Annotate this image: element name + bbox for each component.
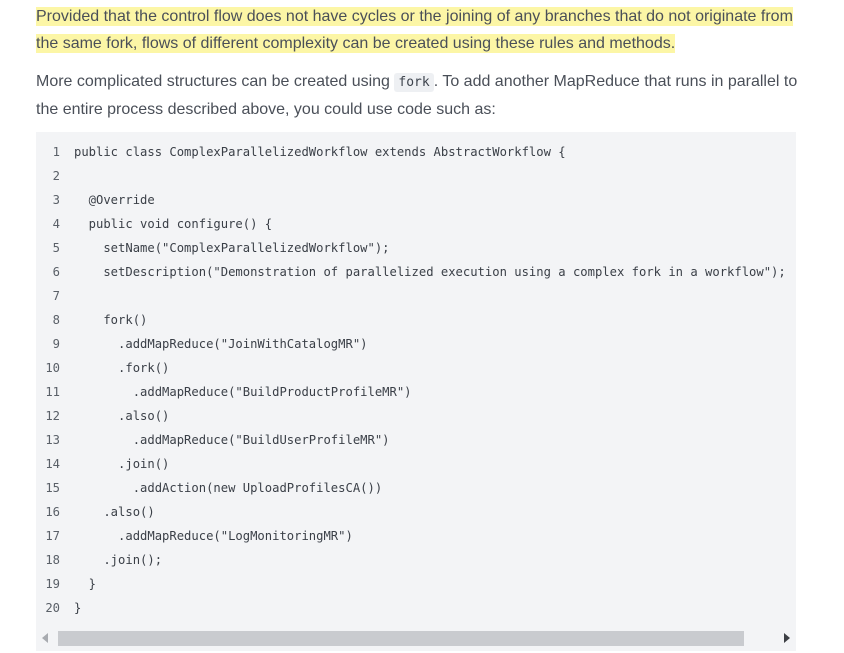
line-number: 20 [45, 601, 60, 615]
line-number: 14 [45, 457, 60, 471]
code-line: 17 .addMapReduce("LogMonitoringMR") [36, 524, 796, 548]
line-number: 9 [52, 337, 60, 351]
code-text: .addMapReduce("BuildProductProfileMR") [74, 385, 412, 399]
code-text: .join(); [74, 553, 163, 567]
code-text: } [74, 601, 82, 615]
code-text: .also() [74, 409, 170, 423]
highlighted-text: Provided that the control flow does not … [36, 7, 793, 53]
line-number: 10 [45, 361, 60, 375]
line-number: 17 [45, 529, 60, 543]
line-number: 16 [45, 505, 60, 519]
line-number: 5 [52, 241, 60, 255]
code-line: 11 .addMapReduce("BuildProductProfileMR"… [36, 380, 796, 404]
code-text: setName("ComplexParallelizedWorkflow"); [74, 241, 390, 255]
code-line: 7 [36, 284, 796, 308]
code-text: .addMapReduce("LogMonitoringMR") [74, 529, 353, 543]
code-block[interactable]: 1 public class ComplexParallelizedWorkflo… [36, 132, 796, 651]
highlighted-paragraph: Provided that the control flow does not … [36, 3, 816, 57]
code-lines: 1 public class ComplexParallelizedWorkflo… [36, 140, 796, 620]
code-line: 6 setDescription("Demonstration of paral… [36, 260, 796, 284]
horizontal-scrollbar[interactable] [36, 628, 796, 650]
line-number: 7 [52, 289, 60, 303]
code-line: 19 } [36, 572, 796, 596]
code-line: 12 .also() [36, 404, 796, 428]
line-number: 11 [45, 385, 60, 399]
inline-code-fork: fork [394, 73, 434, 92]
code-line: 20} [36, 596, 796, 620]
code-text: @Override [74, 193, 155, 207]
code-line: 10 .fork() [36, 356, 796, 380]
code-text: .join() [74, 457, 170, 471]
code-line: 16 .also() [36, 500, 796, 524]
code-text: fork() [74, 313, 148, 327]
code-text: .addMapReduce("BuildUserProfileMR") [74, 433, 390, 447]
line-number: 13 [45, 433, 60, 447]
code-line: 18 .join(); [36, 548, 796, 572]
code-text: .addMapReduce("JoinWithCatalogMR") [74, 337, 368, 351]
arrow-right-icon[interactable] [784, 633, 790, 643]
code-line: 1 public class ComplexParallelizedWorkflo… [36, 140, 796, 164]
line-number: 18 [45, 553, 60, 567]
intro-paragraph: More complicated structures can be creat… [36, 68, 816, 123]
code-line: 8 fork() [36, 308, 796, 332]
code-text: .fork() [74, 361, 170, 375]
scrollbar-thumb[interactable] [58, 631, 744, 646]
code-text: setDescription("Demonstration of paralle… [74, 265, 786, 279]
line-number: 2 [52, 169, 60, 183]
code-line: 9 .addMapReduce("JoinWithCatalogMR") [36, 332, 796, 356]
line-number: 15 [45, 481, 60, 495]
line-number: 1 [52, 145, 60, 159]
line-number: 4 [52, 217, 60, 231]
code-line: 15 .addAction(new UploadProfilesCA()) [36, 476, 796, 500]
line-number: 12 [45, 409, 60, 423]
arrow-left-icon[interactable] [42, 633, 48, 643]
code-line: 3 @Override [36, 188, 796, 212]
code-text: } [74, 577, 97, 591]
code-line: 13 .addMapReduce("BuildUserProfileMR") [36, 428, 796, 452]
paragraph-text-before: More complicated structures can be creat… [36, 73, 395, 90]
code-text: .addAction(new UploadProfilesCA()) [74, 481, 383, 495]
line-number: 19 [45, 577, 60, 591]
code-line: 4 public void configure() { [36, 212, 796, 236]
line-number: 8 [52, 313, 60, 327]
code-text: .also() [74, 505, 155, 519]
code-text: public void configure() { [74, 217, 273, 231]
code-text: public class ComplexParallelizedWorkflow… [74, 145, 566, 159]
line-number: 3 [52, 193, 60, 207]
code-line: 14 .join() [36, 452, 796, 476]
code-line: 2 [36, 164, 796, 188]
code-line: 5 setName("ComplexParallelizedWorkflow")… [36, 236, 796, 260]
line-number: 6 [52, 265, 60, 279]
